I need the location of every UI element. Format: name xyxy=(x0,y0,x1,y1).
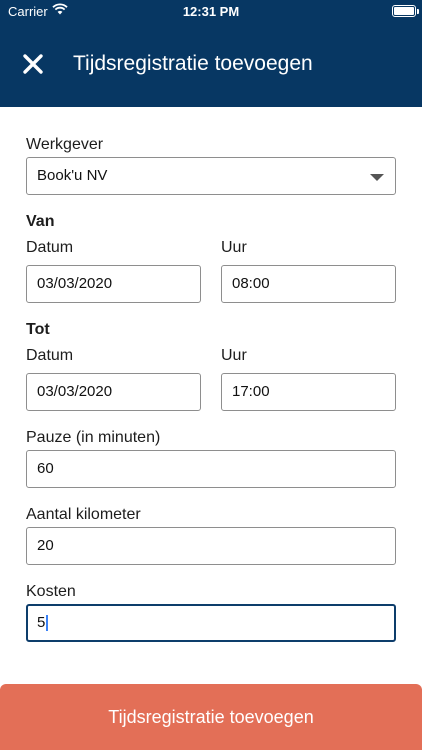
employer-select[interactable]: Book'u NV xyxy=(26,157,396,195)
costs-field[interactable]: 5 xyxy=(26,604,396,642)
to-date-field[interactable]: 03/03/2020 xyxy=(26,373,201,411)
pause-value: 60 xyxy=(37,460,54,477)
from-time-value: 08:00 xyxy=(232,275,270,292)
pause-label: Pauze (in minuten) xyxy=(26,429,161,446)
from-heading: Van xyxy=(26,213,55,230)
from-time-field[interactable]: 08:00 xyxy=(221,265,396,303)
from-time-label: Uur xyxy=(221,239,247,256)
employer-label: Werkgever xyxy=(26,136,104,153)
from-date-field[interactable]: 03/03/2020 xyxy=(26,265,201,303)
nav-bar: Tijdsregistratie toevoegen xyxy=(0,22,422,107)
add-time-entry-button[interactable]: Tijdsregistratie toevoegen xyxy=(0,684,422,750)
to-date-label: Datum xyxy=(26,347,74,364)
from-date-label: Datum xyxy=(26,239,74,256)
km-label: Aantal kilometer xyxy=(26,506,141,523)
km-value: 20 xyxy=(37,537,54,554)
status-bar: Carrier 12:31 PM xyxy=(0,0,422,22)
close-icon[interactable] xyxy=(22,53,44,75)
clock: 12:31 PM xyxy=(182,4,240,19)
page-title: Tijdsregistratie toevoegen xyxy=(73,52,313,75)
pause-field[interactable]: 60 xyxy=(26,450,396,488)
to-time-label: Uur xyxy=(221,347,247,364)
text-cursor xyxy=(46,615,49,632)
to-date-value: 03/03/2020 xyxy=(37,383,113,400)
battery-icon xyxy=(392,5,419,17)
to-heading: Tot xyxy=(26,321,50,338)
costs-value: 5 xyxy=(37,614,46,631)
chevron-down-icon xyxy=(370,174,384,181)
to-time-value: 17:00 xyxy=(232,383,270,400)
to-time-field[interactable]: 17:00 xyxy=(221,373,396,411)
costs-label: Kosten xyxy=(26,583,76,600)
from-date-value: 03/03/2020 xyxy=(37,275,113,292)
employer-value: Book'u NV xyxy=(37,167,108,184)
km-field[interactable]: 20 xyxy=(26,527,396,565)
